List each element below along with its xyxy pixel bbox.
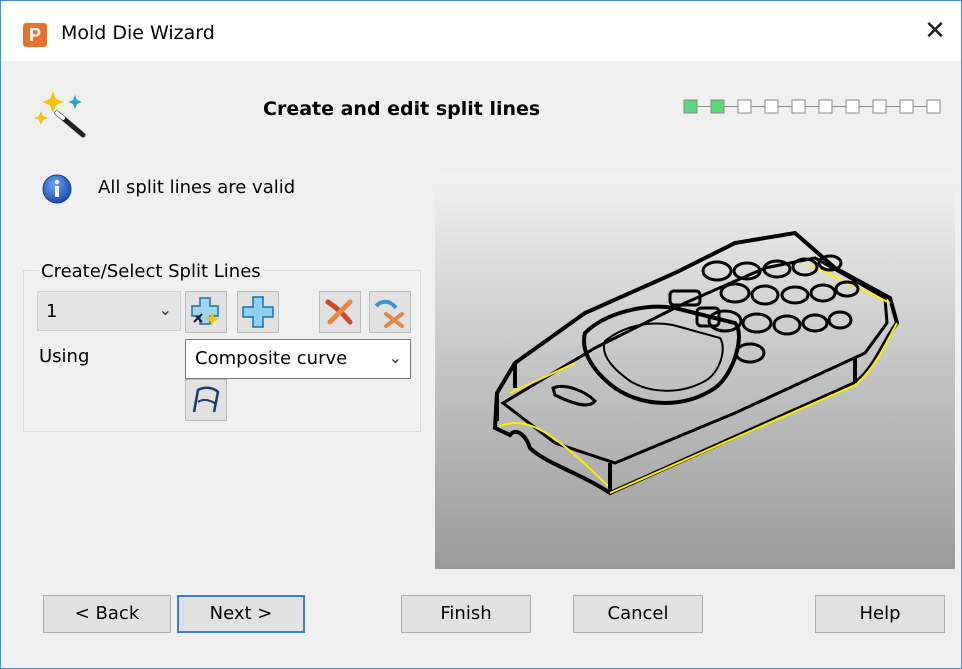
progress-step-pending [818, 99, 833, 114]
progress-step-pending [791, 99, 806, 114]
close-button[interactable]: ✕ [917, 13, 953, 49]
back-button[interactable]: < Back [43, 595, 171, 633]
model-preview[interactable] [435, 173, 955, 569]
split-line-select[interactable]: 1 ⌄ [37, 291, 181, 331]
help-button[interactable]: Help [815, 595, 945, 633]
chevron-down-icon: ⌄ [388, 348, 402, 367]
wizard-progress-indicator [683, 99, 941, 114]
delete-all-split-lines-icon [374, 299, 404, 328]
progress-step-done [710, 99, 725, 114]
progress-step-pending [737, 99, 752, 114]
progress-step-pending [872, 99, 887, 114]
using-method-value: Composite curve [195, 348, 348, 369]
split-lines-group-label: Create/Select Split Lines [39, 261, 263, 282]
composite-curve-icon [192, 386, 220, 413]
title-bar: P Mold Die Wizard ✕ [1, 1, 961, 61]
progress-step-pending [899, 99, 914, 114]
finish-button[interactable]: Finish [401, 595, 531, 633]
add-split-line-icon [242, 296, 274, 328]
app-icon: P [23, 23, 47, 47]
new-split-line-button[interactable] [185, 291, 227, 333]
phone-model-preview [492, 230, 900, 496]
progress-step-pending [926, 99, 941, 114]
add-split-line-button[interactable] [237, 291, 279, 333]
cancel-button[interactable]: Cancel [573, 595, 703, 633]
delete-split-line-icon [325, 299, 353, 325]
new-split-line-icon [191, 297, 219, 326]
info-icon [42, 174, 72, 204]
using-method-select[interactable]: Composite curve ⌄ [185, 339, 411, 379]
delete-all-split-lines-button[interactable] [369, 291, 411, 333]
wizard-wand-icon [34, 91, 86, 138]
page-title: Create and edit split lines [263, 98, 541, 120]
next-button[interactable]: Next > [177, 595, 305, 633]
mold-die-wizard-dialog: P Mold Die Wizard ✕ Create and edit spli… [0, 0, 962, 669]
progress-step-pending [764, 99, 779, 114]
split-line-select-value: 1 [46, 301, 58, 322]
progress-step-done [683, 99, 698, 114]
delete-split-line-button[interactable] [319, 291, 361, 333]
progress-step-pending [845, 99, 860, 114]
window-title: Mold Die Wizard [61, 22, 215, 44]
composite-curve-button[interactable] [185, 379, 227, 421]
chevron-down-icon: ⌄ [158, 300, 172, 319]
status-message: All split lines are valid [98, 177, 296, 198]
using-label: Using [39, 346, 90, 367]
